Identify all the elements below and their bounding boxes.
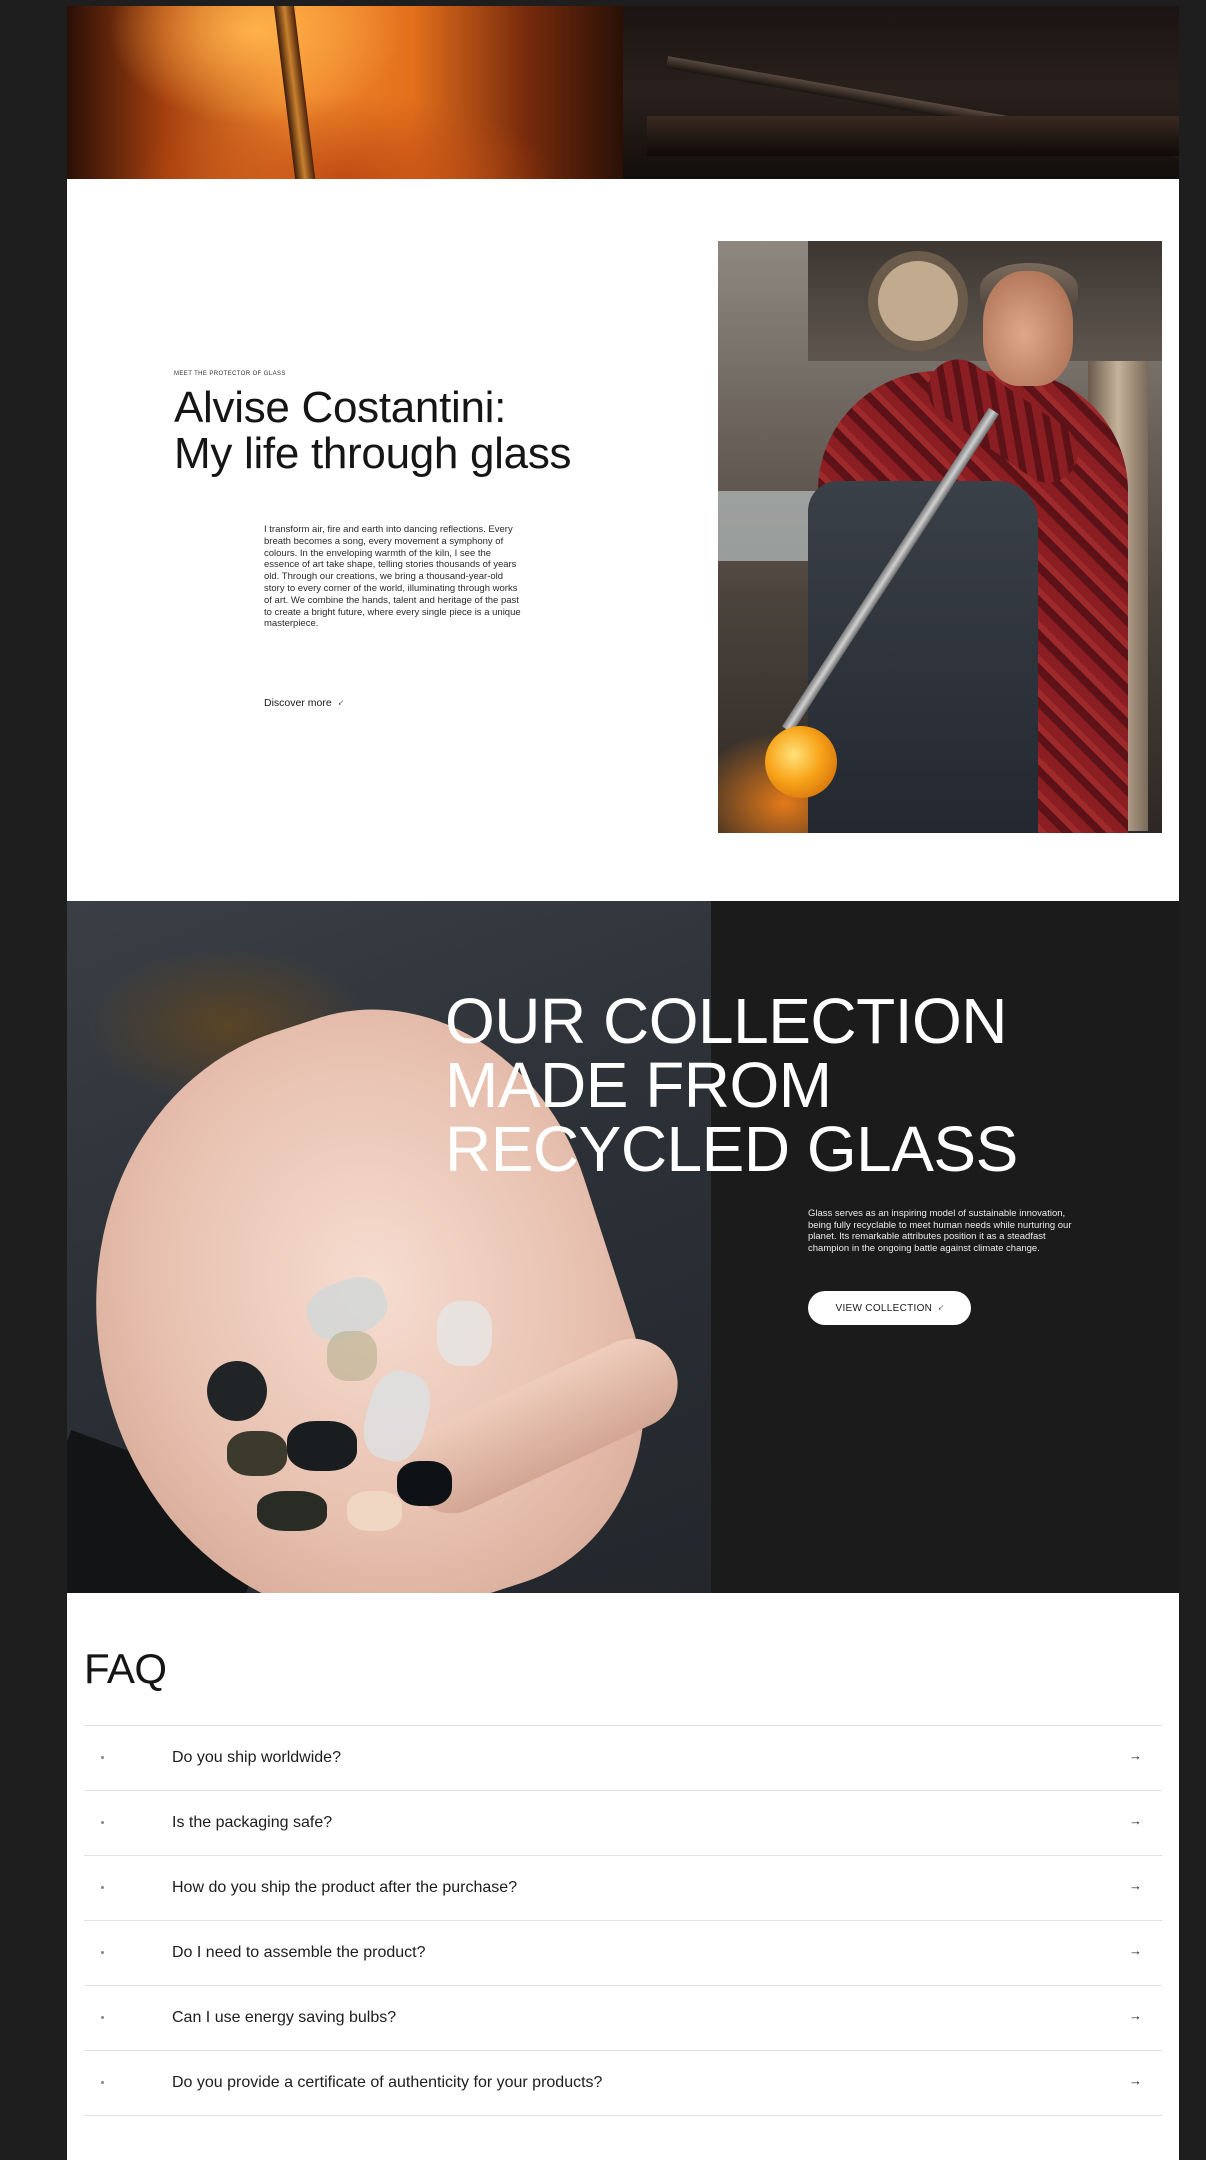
glassblower-photo xyxy=(718,241,1162,833)
collection-title-line2: MADE FROM xyxy=(445,1049,832,1121)
photo-head xyxy=(983,271,1073,386)
arrow-right-icon: → xyxy=(1129,1813,1142,1828)
glass-fragment xyxy=(327,1331,377,1381)
arrow-right-icon: → xyxy=(1129,2073,1142,2088)
collection-title-line1: OUR COLLECTION xyxy=(445,985,1007,1057)
glass-fragment xyxy=(287,1421,357,1471)
faq-question: How do you ship the product after the pu… xyxy=(172,1879,518,1896)
faq-question: Do you provide a certificate of authenti… xyxy=(172,2074,603,2091)
photo-wheel xyxy=(868,251,968,351)
faq-question: Do you ship worldwide? xyxy=(172,1749,341,1766)
artisan-title: Alvise Costantini: My life through glass xyxy=(174,383,572,478)
faq-item[interactable]: Do you provide a certificate of authenti… xyxy=(84,2050,1162,2116)
glass-fragment xyxy=(257,1491,327,1531)
glass-fragment xyxy=(347,1491,402,1531)
artisan-eyebrow: MEET THE PROTECTOR OF GLASS xyxy=(174,371,286,377)
arrow-right-icon: → xyxy=(1129,2008,1142,2023)
faq-question: Can I use energy saving bulbs? xyxy=(172,2009,397,2026)
faq-item[interactable]: How do you ship the product after the pu… xyxy=(84,1855,1162,1920)
faq-list: Do you ship worldwide? → Is the packagin… xyxy=(84,1725,1162,2116)
glass-fragment xyxy=(207,1361,267,1421)
faq-question: Do I need to assemble the product? xyxy=(172,1944,426,1961)
photo-apron xyxy=(808,481,1038,833)
furnace-glow xyxy=(107,6,407,126)
dot-icon xyxy=(101,2016,104,2019)
artisan-section: MEET THE PROTECTOR OF GLASS Alvise Costa… xyxy=(67,179,1179,901)
page: MEET THE PROTECTOR OF GLASS Alvise Costa… xyxy=(67,6,1179,2160)
discover-more-label: Discover more xyxy=(264,697,332,709)
artisan-title-line1: Alvise Costantini: xyxy=(174,383,507,432)
dot-icon xyxy=(101,2081,104,2084)
view-collection-button[interactable]: VIEW COLLECTION ↓ xyxy=(808,1291,971,1325)
glass-fragment xyxy=(397,1461,452,1506)
arrow-right-icon: → xyxy=(1129,1748,1142,1763)
artisan-title-line2: My life through glass xyxy=(174,429,572,478)
collection-section: OUR COLLECTION MADE FROM RECYCLED GLASS … xyxy=(67,901,1179,1593)
arrow-down-right-icon: ↓ xyxy=(935,1301,947,1314)
arrow-right-icon: → xyxy=(1129,1943,1142,1958)
collection-title-line3: RECYCLED GLASS xyxy=(445,1113,1018,1185)
hero-image-strip xyxy=(67,6,1179,179)
faq-item[interactable]: Is the packaging safe? → xyxy=(84,1790,1162,1855)
dot-icon xyxy=(101,1886,104,1889)
collection-body: Glass serves as an inspiring model of su… xyxy=(808,1208,1072,1254)
discover-more-link[interactable]: Discover more ↓ xyxy=(264,696,347,709)
dot-icon xyxy=(101,1951,104,1954)
arrow-down-right-icon: ↓ xyxy=(334,696,347,709)
photo-molten-glass xyxy=(765,726,837,798)
view-collection-label: VIEW COLLECTION xyxy=(835,1302,933,1314)
faq-title: FAQ xyxy=(84,1645,167,1692)
glass-fragment xyxy=(227,1431,287,1476)
faq-item[interactable]: Do you ship worldwide? → xyxy=(84,1725,1162,1790)
dot-icon xyxy=(101,1756,104,1759)
faq-item[interactable]: Do I need to assemble the product? → xyxy=(84,1920,1162,1985)
collection-title: OUR COLLECTION MADE FROM RECYCLED GLASS xyxy=(445,989,1018,1181)
workshop-bench xyxy=(647,116,1179,156)
faq-item[interactable]: Can I use energy saving bulbs? → xyxy=(84,1985,1162,2050)
faq-question: Is the packaging safe? xyxy=(172,1814,333,1831)
dot-icon xyxy=(101,1821,104,1824)
glass-fragment xyxy=(437,1301,492,1366)
arrow-right-icon: → xyxy=(1129,1878,1142,1893)
faq-section: FAQ Do you ship worldwide? → Is the pack… xyxy=(67,1593,1179,2160)
artisan-body: I transform air, fire and earth into dan… xyxy=(264,524,521,630)
